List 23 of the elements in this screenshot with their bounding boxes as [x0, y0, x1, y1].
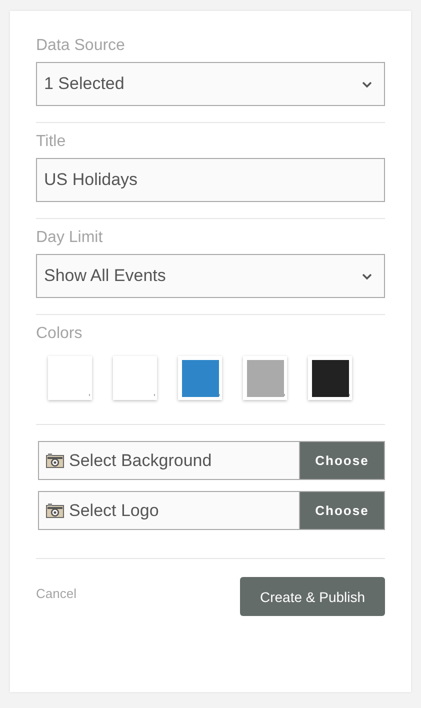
- field-label: Data Source: [36, 37, 126, 55]
- color-swatch[interactable]: [308, 356, 352, 400]
- file-field[interactable]: Select Background: [38, 441, 299, 480]
- camera-icon: [46, 453, 64, 468]
- dropdown[interactable]: 1 Selected: [36, 62, 385, 106]
- chevron-icon: [362, 272, 372, 280]
- field-text: Select Logo: [69, 500, 159, 520]
- field-label: Title: [36, 133, 67, 151]
- color-swatch[interactable]: [48, 356, 92, 400]
- input-field[interactable]: US Holidays: [36, 158, 385, 202]
- create-publish-button[interactable]: Create & Publish: [240, 577, 385, 616]
- dropdown[interactable]: Show All Events: [36, 254, 385, 298]
- file-field[interactable]: Select Logo: [38, 491, 299, 530]
- color-swatch[interactable]: [113, 356, 157, 400]
- color-swatch[interactable]: [243, 356, 287, 400]
- choose-button[interactable]: Choose: [299, 441, 385, 480]
- choose-button[interactable]: Choose: [299, 491, 385, 530]
- field-label: Day Limit: [36, 229, 104, 247]
- camera-icon: [46, 503, 64, 518]
- field-text: Select Background: [69, 450, 212, 470]
- color-swatch[interactable]: [178, 356, 222, 400]
- chevron-icon: [362, 80, 372, 88]
- field-label: Colors: [36, 325, 84, 343]
